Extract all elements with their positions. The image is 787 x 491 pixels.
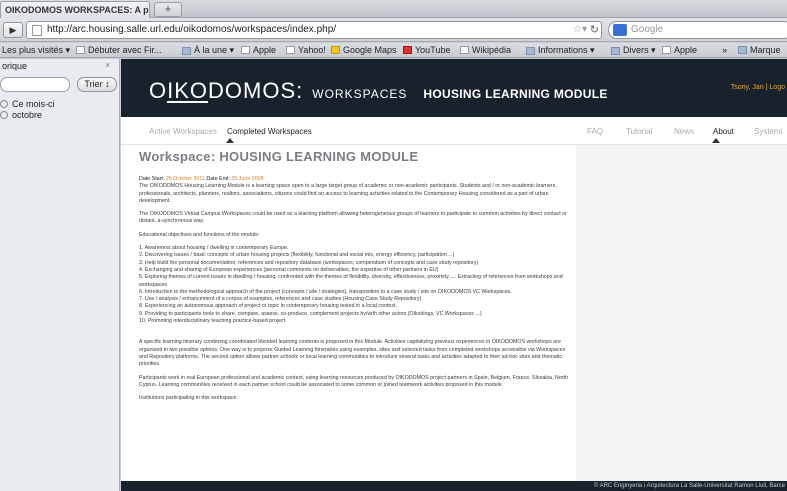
bookmark-getting-started[interactable]: Débuter avec Fir... — [76, 45, 162, 55]
para-institutions: Institutions participating in this works… — [139, 395, 238, 402]
page-icon — [76, 46, 85, 54]
date-start: 25 October 2011 — [165, 176, 205, 182]
para-virtual-campus: The OIKODOMOS Virtual Campus Workspaces … — [139, 211, 567, 225]
bookmark-headlines[interactable]: À la une ▾ — [182, 45, 234, 56]
para-learning-itinerary: A specific learning itinerary combining … — [139, 339, 566, 368]
page-icon — [286, 46, 295, 54]
list-item: 7. Use / analysis / enhancement of a cor… — [139, 296, 422, 303]
bookmark-wikipedia[interactable]: Wikipédia — [460, 45, 511, 55]
logo-oikodomos: OIKODOMOS: — [149, 78, 304, 103]
sidebar-item-this-month[interactable]: Ce mois-ci — [0, 99, 55, 109]
date-end: 25 June 2008 — [231, 176, 264, 182]
site-footer: © ARC Enginyeria i Arquitectura La Salle… — [121, 481, 787, 491]
sidebar-search-input[interactable] — [0, 77, 70, 92]
workspace-content: Workspace: HOUSING LEARNING MODULE Date … — [121, 145, 576, 491]
page-icon — [662, 46, 671, 54]
workspace-description: Date Start: 25 October 2011 Date End: 25… — [139, 176, 571, 402]
folder-icon — [738, 46, 747, 54]
list-item: 8. Experiencing an autonomous approach o… — [139, 303, 397, 310]
list-item: 10. Promoting interdisciplinary teaching… — [139, 318, 286, 325]
bookmark-yahoo[interactable]: Yahoo! — [286, 45, 326, 55]
bookmark-apple-2[interactable]: Apple — [662, 45, 697, 55]
logo-module-title: HOUSING LEARNING MODULE — [423, 87, 608, 101]
tab-active-workspaces[interactable]: Active Workspaces — [149, 127, 217, 136]
browser-nav-bar: ▶ http://arc.housing.salle.url.edu/oikod… — [0, 18, 787, 42]
history-sidebar: orique × Trier ↕ Ce mois-ci octobre — [0, 59, 120, 491]
url-field[interactable]: http://arc.housing.salle.url.edu/oikodom… — [26, 21, 602, 39]
disclosure-icon[interactable] — [0, 100, 8, 108]
list-item: 5. Exploring themes of current issues in… — [139, 274, 563, 288]
bookmark-most-visited[interactable]: Les plus visités ▾ — [2, 45, 70, 56]
bookmarks-overflow-button[interactable]: » — [722, 45, 727, 55]
right-column — [576, 145, 787, 491]
site-logo[interactable]: OIKODOMOS: WORKSPACES HOUSING LEARNING M… — [149, 78, 608, 104]
bookmark-apple[interactable]: Apple — [241, 45, 276, 55]
list-item: 3. Help build the personal documentation… — [139, 259, 479, 266]
objectives-heading: Educational objectives and functions of … — [139, 231, 260, 238]
folder-icon — [526, 46, 535, 55]
page-icon — [241, 46, 250, 54]
site-header: OIKODOMOS: WORKSPACES HOUSING LEARNING M… — [121, 59, 787, 117]
sidebar-close-icon[interactable]: × — [105, 60, 110, 70]
browser-tab[interactable]: OIKODOMOS WORKSPACES: A pl... — [0, 1, 150, 18]
reload-icon[interactable]: ↻ — [590, 23, 599, 36]
list-item: 4. Exchanging and sharing of European ex… — [139, 266, 439, 273]
active-menu-indicator-icon — [712, 138, 720, 143]
sidebar-item-october[interactable]: octobre — [0, 110, 42, 120]
bookmark-youtube[interactable]: YouTube — [403, 45, 450, 55]
google-icon[interactable] — [613, 24, 627, 36]
bookmarks-bar: Les plus visités ▾ Débuter avec Fir... À… — [0, 43, 787, 58]
list-item: 1. Awareness about housing / dwelling in… — [139, 245, 289, 252]
logo-workspaces: WORKSPACES — [312, 87, 408, 101]
menu-faq[interactable]: FAQ — [587, 127, 603, 136]
menu-about[interactable]: About — [713, 127, 734, 136]
menu-tutorial[interactable]: Tutorial — [626, 127, 652, 136]
intro-text: The OIKODOMOS Housing Learning Module is… — [139, 183, 557, 204]
sidebar-heading: orique — [2, 61, 28, 71]
bookmark-marque[interactable]: Marque — [738, 45, 781, 55]
search-input[interactable]: Google — [608, 21, 787, 39]
search-placeholder: Google — [631, 24, 664, 35]
page-title: Workspace: HOUSING LEARNING MODULE — [139, 149, 419, 164]
menu-system[interactable]: Systemi — [754, 127, 782, 136]
star-icon[interactable]: ☆▾ — [573, 24, 587, 35]
list-item: 9. Providing to participants tools to sh… — [139, 310, 482, 317]
para-participants: Participants work in real European profe… — [139, 374, 568, 388]
objectives-list: 1. Awareness about housing / dwelling in… — [139, 245, 571, 325]
workspace-dates: Date Start: 25 October 2011 Date End: 25… — [139, 176, 557, 204]
new-tab-button[interactable]: + — [154, 2, 182, 17]
wikipedia-icon — [460, 46, 469, 54]
site-menu: Active Workspaces Completed Workspaces F… — [121, 117, 787, 145]
active-tab-indicator-icon — [226, 138, 234, 143]
disclosure-icon[interactable] — [0, 111, 8, 119]
folder-icon — [611, 46, 620, 55]
browser-tab-bar: OIKODOMOS WORKSPACES: A pl... + — [0, 0, 787, 18]
rss-icon — [182, 46, 191, 55]
menu-news[interactable]: News — [674, 127, 694, 136]
tab-completed-workspaces[interactable]: Completed Workspaces — [227, 127, 312, 136]
list-item: 6. Introduction to the methodological ap… — [139, 288, 512, 295]
bookmark-informations[interactable]: Informations ▾ — [526, 45, 595, 56]
list-item: 2. Discovering issues / basic concepts o… — [139, 252, 455, 259]
sidebar-sort-button[interactable]: Trier ↕ — [77, 77, 117, 92]
url-text: http://arc.housing.salle.url.edu/oikodom… — [47, 24, 337, 35]
google-maps-icon — [331, 46, 340, 54]
web-page: OIKODOMOS: WORKSPACES HOUSING LEARNING M… — [121, 59, 787, 491]
tab-title: OIKODOMOS WORKSPACES: A pl... — [5, 5, 150, 15]
page-icon — [32, 25, 42, 36]
bookmark-divers[interactable]: Divers ▾ — [611, 45, 656, 56]
user-links[interactable]: Tsony, Jan | Logo — [731, 84, 785, 91]
bookmark-google-maps[interactable]: Google Maps — [331, 45, 397, 55]
back-button[interactable]: ▶ — [3, 22, 23, 38]
youtube-icon — [403, 46, 412, 54]
